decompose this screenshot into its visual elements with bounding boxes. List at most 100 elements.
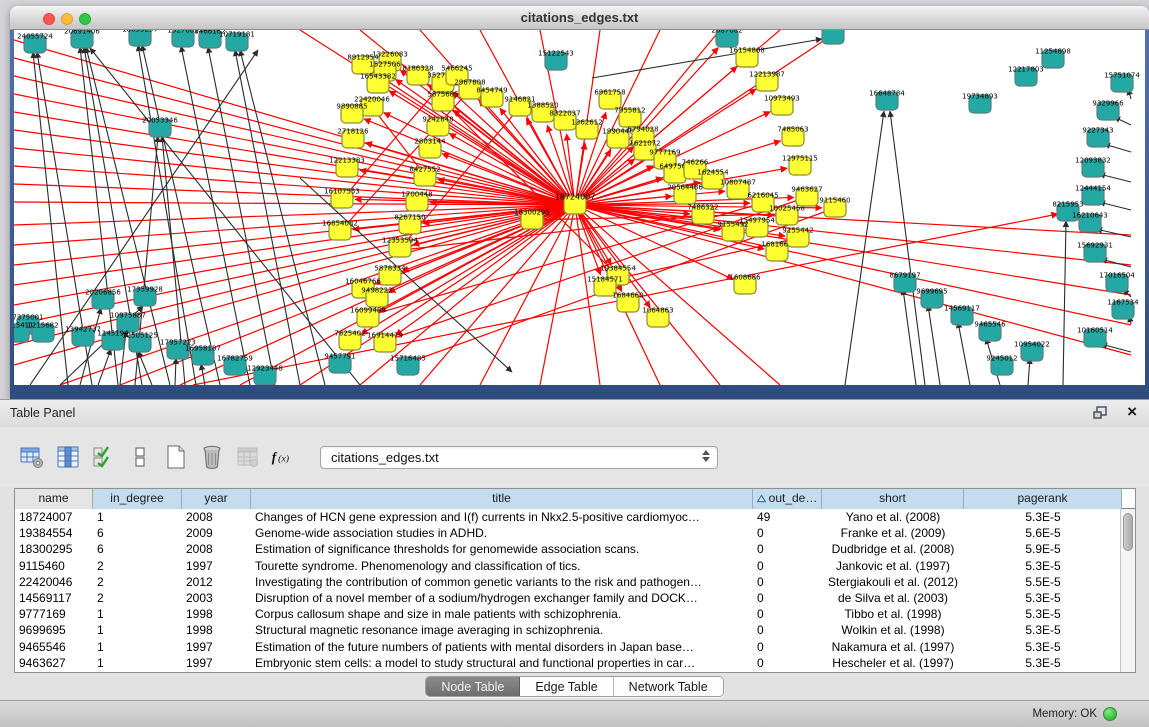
graph-node[interactable]: 15751074: [1104, 72, 1140, 93]
float-panel-icon[interactable]: [1092, 405, 1109, 421]
graph-node[interactable]: 1167534: [1107, 299, 1139, 320]
table-row[interactable]: 2242004622012Investigating the contribut…: [15, 574, 1135, 590]
scrollbar-thumb[interactable]: [1123, 513, 1133, 551]
graph-node-selected[interactable]: 8267150: [394, 214, 425, 235]
graph-node[interactable]: 12923448: [247, 365, 283, 386]
graph-node-selected[interactable]: 9890885: [336, 103, 367, 124]
graph-node[interactable]: 9329966: [1092, 100, 1124, 121]
graph-node-selected[interactable]: 7955812: [614, 107, 645, 128]
table-row[interactable]: 1938455462009Genome-wide association stu…: [15, 525, 1135, 541]
graph-node[interactable]: 12217803: [1008, 66, 1044, 87]
graph-node-selected[interactable]: 12975115: [782, 155, 818, 176]
tab-edge-table[interactable]: Edge Table: [520, 677, 613, 696]
graph-node[interactable]: 17016504: [1099, 272, 1135, 293]
graph-node-selected[interactable]: 1362612: [571, 119, 602, 140]
graph-node[interactable]: 10954022: [1014, 341, 1050, 362]
graph-node-selected[interactable]: 9115460: [819, 197, 850, 218]
graph-node-selected[interactable]: 9498222: [361, 287, 392, 308]
graph-node-selected[interactable]: 1684660: [612, 292, 643, 313]
graph-node[interactable]: 9245012: [986, 355, 1017, 376]
graph-node[interactable]: 12093832: [1075, 157, 1111, 178]
column-header-title[interactable]: title: [251, 489, 753, 509]
graph-node[interactable]: 15122543: [538, 50, 574, 71]
function-builder-icon[interactable]: f(x): [270, 444, 297, 471]
table-gear-icon[interactable]: [18, 444, 45, 471]
graph-node[interactable]: 2687682: [711, 30, 742, 47]
table-row[interactable]: 946554611997Estimation of the future num…: [15, 639, 1135, 655]
svg-text:1700448: 1700448: [401, 191, 432, 199]
rows-icon[interactable]: [126, 444, 153, 471]
table-row[interactable]: 1830029562008Estimation of significance …: [15, 541, 1135, 557]
column-header-pagerank[interactable]: pagerank: [964, 489, 1122, 509]
graph-node[interactable]: 20206856: [85, 289, 121, 310]
graph-node[interactable]: 13942737: [65, 326, 101, 347]
graph-node-selected[interactable]: 12213383: [329, 157, 365, 178]
graph-node[interactable]: 9699695: [916, 288, 947, 309]
import-table-icon[interactable]: [234, 444, 261, 471]
graph-node[interactable]: 15716485: [390, 355, 426, 376]
graph-node-selected[interactable]: 1700448: [401, 191, 432, 212]
graph-node-selected[interactable]: 7485063: [777, 126, 808, 147]
table-row[interactable]: 1872400712008Changes of HCN gene express…: [15, 509, 1135, 525]
delete-table-icon[interactable]: [198, 444, 225, 471]
column-header-in_degree[interactable]: in_degree: [93, 489, 182, 509]
graph-node-selected[interactable]: 9242848: [422, 116, 453, 137]
graph-node[interactable]: 9227343: [1082, 127, 1113, 148]
graph-node-selected[interactable]: 8454749: [476, 87, 507, 108]
graph-node-selected[interactable]: 5875685: [427, 91, 458, 112]
table-selector-dropdown[interactable]: citations_edges.txt: [320, 446, 718, 469]
graph-node[interactable]: 9457791: [324, 353, 355, 374]
table-row[interactable]: 969969511998Structural magnetic resonanc…: [15, 622, 1135, 638]
new-document-icon[interactable]: [162, 444, 189, 471]
graph-node[interactable]: 8813014: [817, 30, 849, 44]
table-row[interactable]: 977716911998Corpus callosum shape and si…: [15, 606, 1135, 622]
graph-node[interactable]: 15692931: [1077, 242, 1113, 263]
cell-pagerank: 5.9E-5: [964, 541, 1122, 557]
graph-node[interactable]: 16648784: [869, 90, 905, 111]
close-panel-icon[interactable]: ×: [1127, 402, 1137, 422]
graph-node-selected[interactable]: 9155492: [717, 221, 748, 242]
graph-node[interactable]: 12505125: [122, 332, 158, 353]
column-header-short[interactable]: short: [822, 489, 964, 509]
column-header-year[interactable]: year: [182, 489, 251, 509]
table-row[interactable]: 946362711997Embryonic stem cells: a mode…: [15, 655, 1135, 671]
graph-node[interactable]: 10719181: [219, 31, 255, 52]
graph-node[interactable]: 9465546: [974, 321, 1006, 342]
tab-network-table[interactable]: Network Table: [614, 677, 723, 696]
tab-node-table[interactable]: Node Table: [426, 677, 520, 696]
graph-node[interactable]: 10160514: [1077, 327, 1113, 348]
graph-node-selected[interactable]: 7486322: [687, 204, 718, 225]
graph-node[interactable]: 1215682: [27, 322, 58, 343]
table-row[interactable]: 911546021997Tourette syndrome. Phenomeno…: [15, 558, 1135, 574]
graph-node-selected[interactable]: 8427552: [409, 166, 440, 187]
graph-node[interactable]: 16210643: [1072, 212, 1108, 233]
graph-node[interactable]: 17359928: [127, 286, 163, 307]
svg-text:8427552: 8427552: [409, 166, 440, 174]
graph-node-selected[interactable]: 2803144: [414, 138, 446, 159]
column-header-name[interactable]: name: [15, 489, 93, 509]
graph-node-selected[interactable]: 16099489: [350, 307, 386, 328]
select-columns-icon[interactable]: [54, 444, 81, 471]
graph-node-selected[interactable]: 1064863: [642, 307, 673, 328]
graph-node-selected[interactable]: 12213987: [749, 71, 785, 92]
svg-text:9155442: 9155442: [782, 227, 813, 235]
table-row[interactable]: 1456911722003Disruption of a novel membe…: [15, 590, 1135, 606]
cell-out_de: 0: [753, 590, 822, 606]
network-canvas[interactable]: 2405572420691406106532571527602946616210…: [14, 30, 1145, 385]
graph-node-selected[interactable]: 7625402: [334, 330, 365, 351]
graph-node[interactable]: 10653257: [122, 30, 158, 46]
graph-node-selected[interactable]: 1608686: [729, 274, 761, 295]
graph-node-selected[interactable]: 2718126: [337, 128, 369, 149]
graph-node-selected[interactable]: 12353594: [382, 237, 418, 258]
graph-node[interactable]: 19734893: [962, 93, 998, 114]
graph-node-selected[interactable]: 9463627: [791, 186, 822, 207]
graph-node-selected[interactable]: 9155442: [782, 227, 813, 248]
citation-network-graph[interactable]: 2405572420691406106532571527602946616210…: [14, 30, 1145, 385]
vertical-scrollbar[interactable]: [1120, 509, 1135, 672]
window-titlebar[interactable]: citations_edges.txt: [10, 6, 1149, 30]
column-header-out_de[interactable]: out_de…: [753, 489, 822, 509]
graph-node-selected[interactable]: 16154808: [729, 47, 765, 68]
row-checklist-icon[interactable]: [90, 444, 117, 471]
graph-node[interactable]: 20691406: [64, 30, 100, 48]
svg-text:16107553: 16107553: [324, 188, 360, 196]
